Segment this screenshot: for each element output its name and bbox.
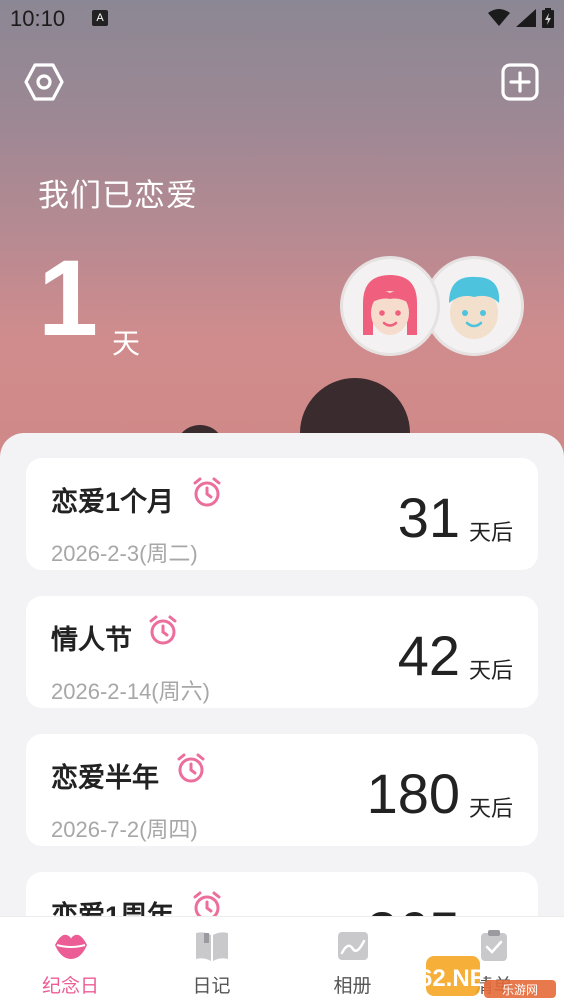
alarm-clock-icon [149, 615, 177, 645]
photo-icon [338, 932, 368, 960]
tab-label: 相册 [333, 976, 372, 997]
tab-album[interactable]: 相册 [282, 917, 423, 1004]
alarm-clock-icon [193, 477, 221, 507]
event-date: 2026-7-2(周四) [51, 817, 198, 842]
event-card[interactable]: 情人节 2026-2-14(周六) 42 天后 [26, 596, 538, 708]
boy-avatar-icon [449, 276, 500, 339]
event-card[interactable]: 恋爱半年 2026-7-2(周四) 180 天后 [26, 734, 538, 846]
event-date: 2026-2-14(周六) [51, 679, 210, 704]
event-title: 情人节 [51, 625, 132, 655]
girl-avatar[interactable] [340, 256, 440, 356]
girl-avatar-icon [363, 275, 417, 335]
notification-badge: A [92, 10, 108, 26]
lips-icon [55, 934, 87, 959]
watermark-subtext: 乐游网 [502, 983, 538, 997]
event-card[interactable]: 恋爱1个月 2026-2-3(周二) 31 天后 [26, 458, 538, 570]
events-sheet: 恋爱1个月 2026-2-3(周二) 31 天后 情人节 2026-2-14(周… [0, 433, 564, 923]
event-days-unit: 天后 [468, 520, 513, 545]
love-title: 我们已恋爱 [38, 178, 198, 213]
event-days-unit: 天后 [468, 658, 513, 683]
status-bar: 10:10 A [0, 0, 564, 38]
event-days-unit: 天后 [468, 796, 513, 821]
event-title: 恋爱1个月 [51, 487, 175, 517]
wifi-icon [488, 9, 510, 26]
status-time: 10:10 [10, 6, 66, 31]
days-unit: 天 [112, 328, 141, 359]
days-count: 1 [38, 237, 99, 358]
event-date: 2026-2-3(周二) [51, 541, 198, 566]
status-icons [488, 8, 554, 28]
event-days-count: 42 [397, 624, 460, 687]
tab-anniversary[interactable]: 纪念日 [0, 917, 141, 1004]
book-icon [196, 932, 228, 961]
tab-label: 日记 [192, 976, 231, 997]
event-days-count: 180 [366, 762, 460, 825]
tab-label: 纪念日 [41, 976, 99, 997]
site-watermark: 962.NET 乐游网 [422, 956, 556, 998]
add-square-icon[interactable] [500, 62, 540, 102]
event-days-count: 31 [397, 486, 460, 549]
settings-hexagon-icon[interactable] [24, 62, 64, 102]
alarm-clock-icon [177, 753, 205, 783]
battery-icon [542, 8, 554, 28]
tab-diary[interactable]: 日记 [141, 917, 282, 1004]
signal-icon [516, 9, 536, 27]
hero-background [0, 0, 564, 470]
event-title: 恋爱半年 [51, 763, 159, 793]
